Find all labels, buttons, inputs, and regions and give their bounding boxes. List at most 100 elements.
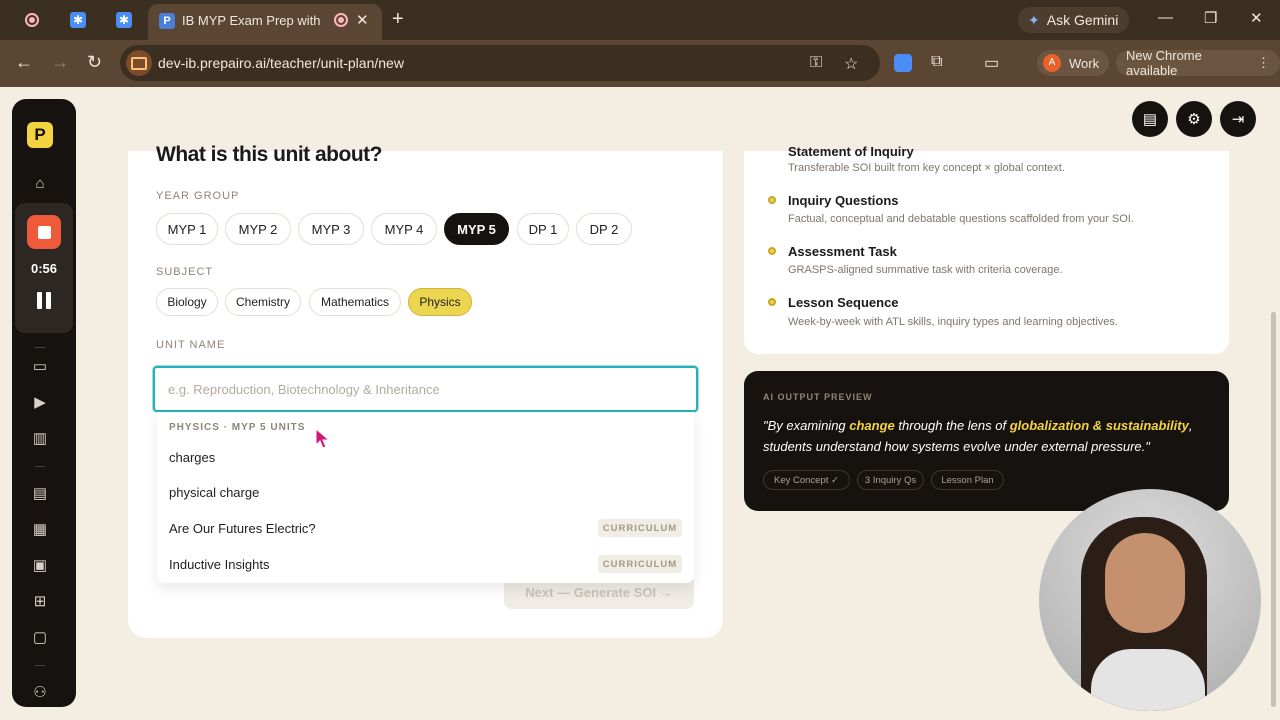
home-icon[interactable]: ⌂ xyxy=(31,175,49,192)
reload-icon[interactable]: ↻ xyxy=(87,52,102,73)
whiteboard-icon[interactable]: ▭ xyxy=(31,357,49,375)
year-pill-dp-2[interactable]: DP 2 xyxy=(576,213,632,245)
prepairo-favicon-icon: P xyxy=(159,13,175,29)
output-desc: Factual, conceptual and debatable questi… xyxy=(788,213,1134,225)
preview-chip: Key Concept ✓ xyxy=(763,470,850,490)
address-bar[interactable]: dev-ib.prepairo.ai/teacher/unit-plan/new… xyxy=(120,45,880,81)
bullet-dot xyxy=(768,247,776,255)
close-tab-icon[interactable]: ✕ xyxy=(356,11,369,29)
update-chrome-button[interactable]: New Chrome available ⋮ xyxy=(1116,48,1280,78)
output-desc: Transferable SOI built from key concept … xyxy=(788,162,1065,174)
restore-icon[interactable]: ❐ xyxy=(1204,9,1217,27)
users-icon[interactable]: ⚇ xyxy=(31,683,49,701)
outputs-card: Statement of Inquiry Transferable SOI bu… xyxy=(744,144,1229,354)
close-window-icon[interactable]: ✕ xyxy=(1250,9,1263,27)
profile-button[interactable]: A Work xyxy=(1037,50,1110,76)
year-pill-myp-4[interactable]: MYP 4 xyxy=(371,213,437,245)
settings-tab-icon-2[interactable]: ✱ xyxy=(113,9,135,31)
browser-tab-bar: ✱ ✱ P IB MYP Exam Prep with AI | ✕ + ✦ A… xyxy=(0,0,1280,40)
back-icon[interactable]: ← xyxy=(15,52,33,73)
tab-title: IB MYP Exam Prep with AI | xyxy=(182,13,322,28)
update-chrome-label: New Chrome available xyxy=(1126,48,1202,78)
recording-timer: 0:56 xyxy=(30,261,58,276)
sidebar-divider xyxy=(35,466,45,467)
year-group-label: YEAR GROUP xyxy=(156,190,240,202)
url-text: dev-ib.prepairo.ai/teacher/unit-plan/new xyxy=(158,55,404,71)
output-title: Statement of Inquiry xyxy=(788,144,914,159)
output-title: Assessment Task xyxy=(788,244,897,259)
avatar: A xyxy=(1043,54,1061,72)
chat-icon[interactable]: ▢ xyxy=(31,628,49,646)
bullet-dot xyxy=(768,298,776,306)
unit-suggestions-dropdown: PHYSICS · MYP 5 UNITS charges physical c… xyxy=(157,412,694,583)
settings-icon[interactable]: ⚙ xyxy=(1176,101,1212,137)
unit-name-label: UNIT NAME xyxy=(156,339,226,351)
browser-toolbar: ← → ↻ dev-ib.prepairo.ai/teacher/unit-pl… xyxy=(0,40,1280,87)
subject-label: SUBJECT xyxy=(156,266,214,278)
webcam-person-face xyxy=(1105,533,1185,633)
bullet-dot xyxy=(768,196,776,204)
output-desc: Week-by-week with ATL skills, inquiry ty… xyxy=(788,316,1118,328)
webcam-person-shirt xyxy=(1091,649,1205,711)
output-title: Lesson Sequence xyxy=(788,295,899,310)
page-scrollbar[interactable] xyxy=(1271,312,1276,707)
password-key-icon[interactable]: ⚿ xyxy=(810,54,822,72)
settings-tab-icon[interactable]: ✱ xyxy=(67,9,89,31)
year-pill-myp-3[interactable]: MYP 3 xyxy=(298,213,364,245)
suggestion-item[interactable]: physical charge xyxy=(169,485,259,500)
preview-quote: "By examining change through the lens of… xyxy=(763,418,1193,454)
grid-icon[interactable]: ▦ xyxy=(31,520,49,538)
cast-icon[interactable]: ▭ xyxy=(984,53,999,73)
unit-name-input[interactable] xyxy=(153,366,698,412)
subject-pill-chemistry[interactable]: Chemistry xyxy=(225,288,301,316)
library-icon[interactable]: ▥ xyxy=(31,429,49,447)
subject-pill-physics[interactable]: Physics xyxy=(408,288,472,316)
minimize-icon[interactable]: — xyxy=(1158,9,1173,26)
extensions-puzzle-icon[interactable]: ⧉ xyxy=(931,53,942,71)
output-desc: GRASPS-aligned summative task with crite… xyxy=(788,264,1063,276)
subject-pill-mathematics[interactable]: Mathematics xyxy=(309,288,401,316)
logout-icon[interactable]: ⇥ xyxy=(1220,101,1256,137)
suggestion-item[interactable]: Are Our Futures Electric? xyxy=(169,521,316,536)
dropdown-header: PHYSICS · MYP 5 UNITS xyxy=(169,422,306,433)
recording-panel: 0:56 xyxy=(15,203,73,333)
active-tab[interactable]: P IB MYP Exam Prep with AI | ✕ xyxy=(148,4,382,40)
subject-pill-biology[interactable]: Biology xyxy=(156,288,218,316)
preview-label: AI OUTPUT PREVIEW xyxy=(763,392,873,402)
forward-icon[interactable]: → xyxy=(51,52,69,73)
curriculum-badge: CURRICULUM xyxy=(598,519,682,537)
mouse-cursor-icon xyxy=(315,428,331,449)
sidebar-divider xyxy=(35,347,45,348)
year-pill-dp-1[interactable]: DP 1 xyxy=(517,213,569,245)
extension-icon[interactable] xyxy=(894,54,912,72)
clipboard-icon[interactable]: ▣ xyxy=(31,556,49,574)
curriculum-badge: CURRICULUM xyxy=(598,555,682,573)
webcam-overlay xyxy=(1039,489,1261,711)
document-icon[interactable]: ▤ xyxy=(31,484,49,502)
stop-recording-button[interactable] xyxy=(27,215,61,249)
site-info-icon[interactable] xyxy=(126,50,152,76)
tab-recording-icon xyxy=(334,13,348,27)
new-tab-icon[interactable]: + xyxy=(392,8,404,31)
pause-icon[interactable] xyxy=(36,292,52,309)
ask-gemini-label: Ask Gemini xyxy=(1046,12,1119,28)
app-logo[interactable]: P xyxy=(27,122,53,148)
preview-chip: 3 Inquiry Qs xyxy=(857,470,924,490)
year-pill-myp-5[interactable]: MYP 5 xyxy=(444,213,509,245)
year-pill-myp-1[interactable]: MYP 1 xyxy=(156,213,218,245)
app-sidebar: P ⌂ 0:56 ▭ ▶ ▥ ▤ ▦ ▣ ⊞ ▢ ⚇ xyxy=(12,99,76,707)
sidebar-divider xyxy=(35,665,45,666)
feedback-icon[interactable]: ▤ xyxy=(1132,101,1168,137)
more-menu-icon: ⋮ xyxy=(1257,55,1270,70)
bookmark-star-icon[interactable]: ☆ xyxy=(844,54,858,74)
video-icon[interactable]: ▶ xyxy=(31,393,49,411)
profile-label: Work xyxy=(1069,55,1100,71)
preview-chip: Lesson Plan xyxy=(931,470,1004,490)
suggestion-item[interactable]: charges xyxy=(169,450,215,465)
recording-tab-icon[interactable] xyxy=(21,9,43,31)
page-title: What is this unit about? xyxy=(156,143,382,166)
ask-gemini-button[interactable]: ✦ Ask Gemini xyxy=(1018,7,1130,33)
suggestion-item[interactable]: Inductive Insights xyxy=(169,557,269,572)
year-pill-myp-2[interactable]: MYP 2 xyxy=(225,213,291,245)
qr-code-icon[interactable]: ⊞ xyxy=(31,592,49,610)
